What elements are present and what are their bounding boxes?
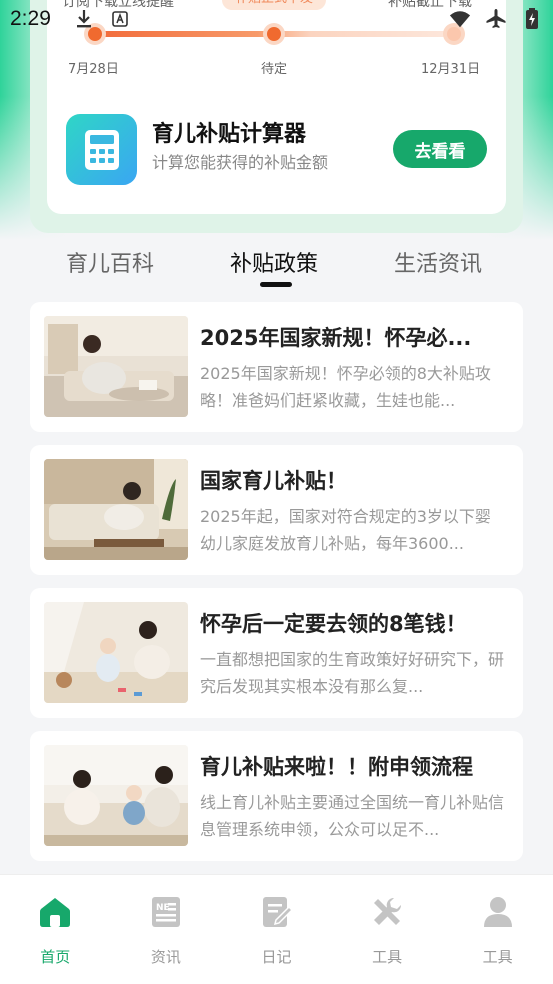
category-tabs: 育儿百科 补贴政策 生活资讯 xyxy=(0,246,553,290)
article-card[interactable]: 育儿补贴来啦！！附申领流程 线上育儿补贴主要通过全国统一育儿补贴信息管理系统申领… xyxy=(30,731,523,861)
wifi-icon xyxy=(449,8,471,30)
status-bar: 2:29 xyxy=(0,0,553,38)
battery-charging-icon xyxy=(521,8,543,30)
tab-subsidy-policy[interactable]: 补贴政策 xyxy=(230,246,318,278)
go-see-button[interactable]: 去看看 xyxy=(393,130,487,168)
profile-icon xyxy=(483,897,512,927)
font-a-icon xyxy=(109,8,131,30)
nav-item-news[interactable]: NE 资讯 xyxy=(111,875,222,984)
article-description: 一直都想把国家的生育政策好好研究下，研究后发现其实根本没有那么复... xyxy=(200,650,505,696)
airplane-icon xyxy=(485,8,507,30)
article-title: 怀孕后一定要去领的8笔钱！ xyxy=(200,612,467,636)
article-card[interactable]: 国家育儿补贴！ 2025年起，国家对符合规定的3岁以下婴幼儿家庭发放育儿补贴，每… xyxy=(30,445,523,575)
timeline-end-label: 12月31日 xyxy=(421,62,481,77)
calculator-icon xyxy=(66,114,137,185)
nav-label-profile: 工具 xyxy=(482,948,513,966)
timeline-start-label: 7月28日 xyxy=(68,62,119,77)
article-description: 线上育儿补贴主要通过全国统一育儿补贴信息管理系统申领，公众可以足不... xyxy=(200,793,505,839)
article-thumbnail xyxy=(44,602,188,703)
nav-item-tools[interactable]: 工具 xyxy=(332,875,443,984)
nav-label-tools: 工具 xyxy=(372,948,403,966)
calculator-title: 育儿补贴计算器 xyxy=(152,122,307,147)
article-description: 2025年起，国家对符合规定的3岁以下婴幼儿家庭发放育儿补贴，每年3600... xyxy=(200,507,491,553)
article-title: 国家育儿补贴！ xyxy=(200,469,347,493)
article-card[interactable]: 怀孕后一定要去领的8笔钱！ 一直都想把国家的生育政策好好研究下，研究后发现其实根… xyxy=(30,588,523,718)
status-time: 2:29 xyxy=(10,7,51,30)
calculator-entry[interactable]: 育儿补贴计算器 计算您能获得的补贴金额 去看看 xyxy=(66,114,487,185)
nav-item-home[interactable]: 首页 xyxy=(0,875,111,984)
article-title: 育儿补贴来啦！！附申领流程 xyxy=(200,755,473,779)
article-thumbnail xyxy=(44,745,188,846)
timeline-mid-label: 待定 xyxy=(261,62,288,77)
tools-icon xyxy=(374,897,402,925)
svg-text:NE: NE xyxy=(156,903,170,913)
diary-icon xyxy=(263,897,294,927)
home-icon xyxy=(40,898,71,927)
article-thumbnail xyxy=(44,316,188,417)
bottom-nav: 首页 NE 资讯 日记 工具 工具 xyxy=(0,874,553,984)
active-tab-indicator xyxy=(260,282,292,287)
article-description: 2025年国家新规！怀孕必领的8大补贴攻略！准爸妈们赶紧收藏，生娃也能... xyxy=(200,364,491,410)
article-thumbnail xyxy=(44,459,188,560)
news-icon: NE xyxy=(151,897,180,927)
download-icon xyxy=(73,8,95,30)
article-title: 2025年国家新规！怀孕必... xyxy=(200,326,472,350)
tab-life-news[interactable]: 生活资讯 xyxy=(394,246,482,278)
calculator-subtitle: 计算您能获得的补贴金额 xyxy=(152,153,329,172)
nav-item-diary[interactable]: 日记 xyxy=(221,875,332,984)
article-card[interactable]: 2025年国家新规！怀孕必... 2025年国家新规！怀孕必领的8大补贴攻略！准… xyxy=(30,302,523,432)
tab-parenting-encyclopedia[interactable]: 育儿百科 xyxy=(66,246,154,278)
nav-label-news: 资讯 xyxy=(150,948,181,966)
nav-label-home: 首页 xyxy=(40,948,71,966)
nav-item-profile[interactable]: 工具 xyxy=(442,875,553,984)
nav-label-diary: 日记 xyxy=(261,948,292,966)
